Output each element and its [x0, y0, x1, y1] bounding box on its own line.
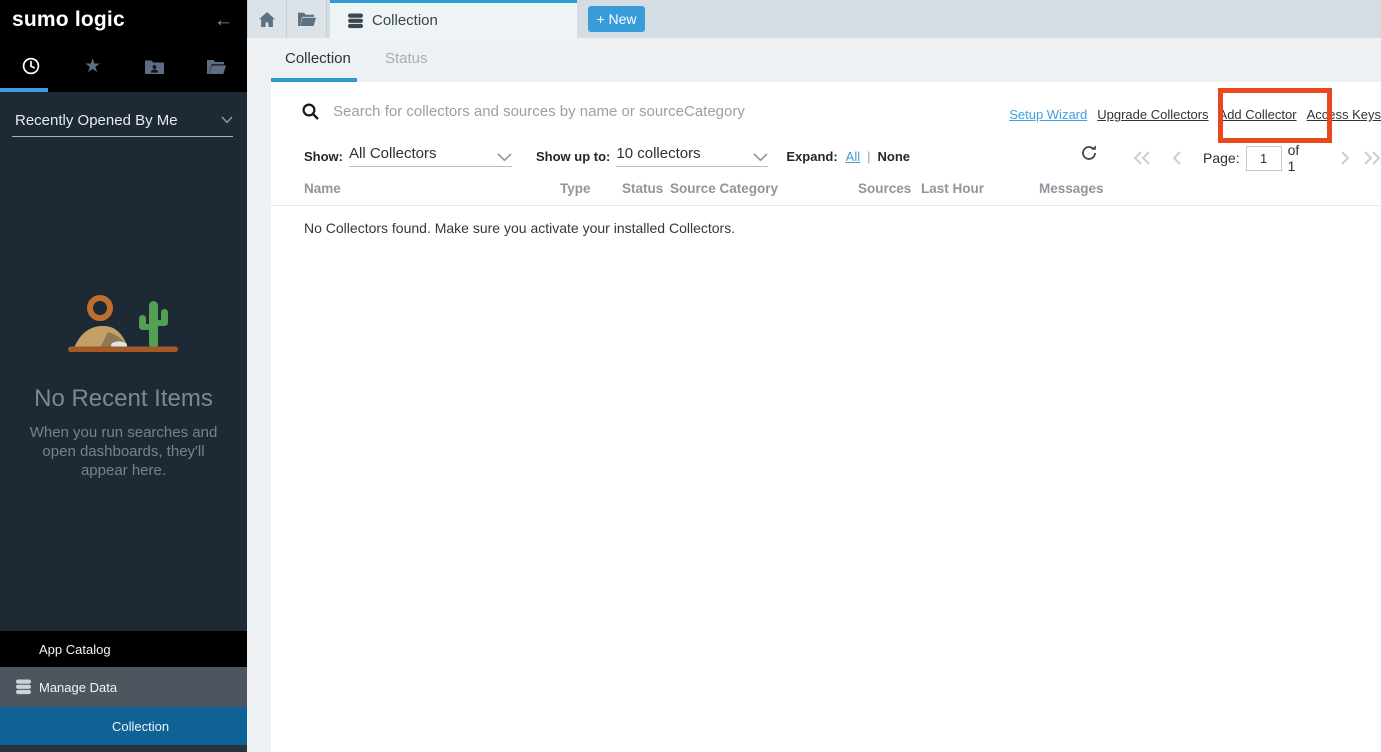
header-links: Setup Wizard Upgrade Collectors Add Coll… — [999, 107, 1381, 122]
sidebar-header: sumo logic ← — [0, 0, 247, 40]
column-header-name[interactable]: Name — [304, 181, 341, 196]
home-icon — [259, 12, 275, 27]
setup-wizard-link[interactable]: Setup Wizard — [1009, 107, 1087, 122]
folder-icon — [298, 12, 316, 26]
sidebar-bottom-menu: App Catalog Manage Data Collection — [0, 631, 247, 752]
no-recent-items-subtitle: When you run searches and open dashboard… — [18, 423, 229, 480]
show-up-to-select-value: 10 collectors — [616, 145, 700, 162]
filter-toolbar: Show: All Collectors Show up to: 10 coll… — [304, 144, 910, 168]
show-select-value: All Collectors — [349, 145, 437, 162]
chevron-down-icon — [497, 153, 512, 162]
expand-none-link[interactable]: None — [878, 149, 911, 164]
collection-tab[interactable]: Collection — [330, 0, 577, 38]
top-tab-bar: Collection + New — [247, 0, 1381, 38]
sidebar-item-label: Collection — [112, 719, 169, 734]
sidebar: sumo logic ← ★ — [0, 0, 247, 752]
page-number-input[interactable] — [1246, 146, 1282, 171]
subtab-status[interactable]: Status — [385, 38, 428, 78]
pagination: Page: of 1 — [1133, 142, 1381, 174]
no-recent-items-title: No Recent Items — [0, 385, 247, 413]
page-of-label: of 1 — [1288, 142, 1308, 174]
first-page-button[interactable] — [1133, 151, 1151, 165]
database-icon — [347, 13, 364, 29]
refresh-icon — [1081, 144, 1097, 161]
column-header-type[interactable]: Type — [560, 181, 591, 196]
folder-open-icon — [207, 59, 226, 74]
add-collector-link[interactable]: Add Collector — [1219, 107, 1297, 122]
library-button[interactable] — [287, 0, 327, 38]
refresh-button[interactable] — [1081, 144, 1097, 166]
recent-scope-select[interactable]: Recently Opened By Me — [12, 104, 233, 137]
collectors-table-header: Name Type Status Source Category Sources… — [271, 178, 1381, 206]
sidebar-item-manage-data[interactable]: Manage Data — [0, 667, 247, 707]
collection-tab-label: Collection — [372, 12, 438, 29]
database-icon — [14, 679, 32, 695]
chevron-left-icon — [1171, 151, 1182, 165]
tab-recent[interactable] — [0, 40, 62, 92]
sidebar-bottom-strip — [0, 745, 247, 752]
expand-all-link[interactable]: All — [846, 149, 860, 164]
last-page-button[interactable] — [1363, 151, 1381, 165]
column-header-messages[interactable]: Messages — [1039, 181, 1104, 196]
clock-icon — [22, 57, 40, 75]
sidebar-icon-tabs: ★ — [0, 40, 247, 92]
tab-library[interactable] — [185, 40, 247, 92]
expand-label: Expand: — [786, 149, 837, 164]
page-label: Page: — [1203, 150, 1240, 166]
search-input[interactable] — [333, 103, 973, 120]
show-select[interactable]: All Collectors — [349, 145, 512, 167]
active-tab-indicator — [0, 88, 48, 92]
show-up-to-label: Show up to: — [536, 149, 610, 164]
chevron-down-icon — [753, 153, 768, 162]
home-button[interactable] — [247, 0, 287, 38]
show-up-to-select[interactable]: 10 collectors — [616, 145, 768, 167]
subtab-collection[interactable]: Collection — [285, 38, 351, 78]
double-chevron-right-icon — [1363, 151, 1381, 165]
prev-page-button[interactable] — [1171, 151, 1182, 165]
column-header-last-hour[interactable]: Last Hour — [921, 181, 984, 196]
sumo-logic-logo: sumo logic — [12, 8, 125, 32]
search-bar — [302, 103, 973, 120]
upgrade-collectors-link[interactable]: Upgrade Collectors — [1097, 107, 1208, 122]
sidebar-item-app-catalog[interactable]: App Catalog — [0, 631, 247, 667]
double-chevron-left-icon — [1133, 151, 1151, 165]
sidebar-item-collection[interactable]: Collection — [0, 707, 247, 745]
next-page-button[interactable] — [1340, 151, 1351, 165]
column-header-status[interactable]: Status — [622, 181, 663, 196]
desert-illustration — [62, 290, 184, 358]
app-window: sumo logic ← ★ — [0, 0, 1381, 752]
chevron-down-icon — [221, 116, 233, 124]
column-header-source-category[interactable]: Source Category — [670, 181, 778, 196]
column-header-sources[interactable]: Sources — [858, 181, 911, 196]
tab-shared-folders[interactable] — [124, 40, 186, 92]
new-button[interactable]: + New — [588, 6, 645, 32]
expand-separator: | — [867, 149, 870, 164]
chevron-right-icon — [1340, 151, 1351, 165]
show-label: Show: — [304, 149, 343, 164]
sidebar-item-label: App Catalog — [39, 642, 111, 657]
access-keys-link[interactable]: Access Keys — [1307, 107, 1381, 122]
subtab-bar: Collection Status — [247, 38, 1381, 82]
collapse-sidebar-icon[interactable]: ← — [214, 11, 233, 30]
no-collectors-message: No Collectors found. Make sure you activ… — [304, 220, 735, 236]
tab-favorites[interactable]: ★ — [62, 40, 124, 92]
sidebar-item-label: Manage Data — [39, 680, 117, 695]
search-icon — [302, 103, 319, 120]
folder-person-icon — [145, 59, 164, 74]
collection-panel: Setup Wizard Upgrade Collectors Add Coll… — [271, 82, 1381, 752]
recent-scope-label: Recently Opened By Me — [12, 112, 178, 129]
star-icon: ★ — [84, 57, 101, 76]
